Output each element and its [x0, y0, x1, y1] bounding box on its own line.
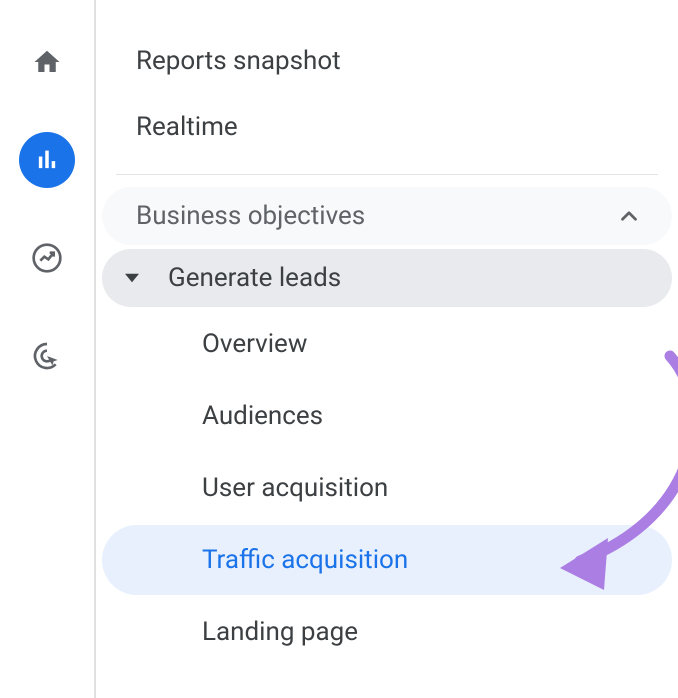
nav-item-reports-snapshot[interactable]: Reports snapshot	[136, 28, 678, 94]
section-title: Business objectives	[136, 201, 365, 231]
target-click-icon	[31, 340, 63, 372]
group-title: Generate leads	[168, 263, 341, 293]
nav-item-overview[interactable]: Overview	[102, 309, 672, 379]
nav-rail	[0, 0, 96, 698]
nav-explore[interactable]	[19, 230, 75, 286]
nav-home[interactable]	[19, 34, 75, 90]
caret-down-icon	[120, 266, 144, 290]
nav-reports[interactable]	[19, 132, 75, 188]
nav-item-traffic-acquisition[interactable]: Traffic acquisition	[102, 525, 672, 595]
nav-item-realtime[interactable]: Realtime	[136, 94, 678, 160]
report-panel: Reports snapshot Realtime Business objec…	[96, 0, 678, 698]
group-generate-leads[interactable]: Generate leads	[102, 249, 672, 307]
home-icon	[32, 47, 62, 77]
chevron-up-icon	[616, 203, 642, 229]
bar-chart-icon	[33, 146, 61, 174]
nav-item-landing-page[interactable]: Landing page	[102, 597, 672, 667]
nav-item-audiences[interactable]: Audiences	[102, 381, 672, 451]
nav-advertising[interactable]	[19, 328, 75, 384]
trend-circle-icon	[31, 242, 63, 274]
sub-items: Overview Audiences User acquisition Traf…	[96, 309, 678, 667]
section-business-objectives[interactable]: Business objectives	[102, 187, 672, 245]
divider	[116, 174, 658, 175]
nav-item-user-acquisition[interactable]: User acquisition	[102, 453, 672, 523]
